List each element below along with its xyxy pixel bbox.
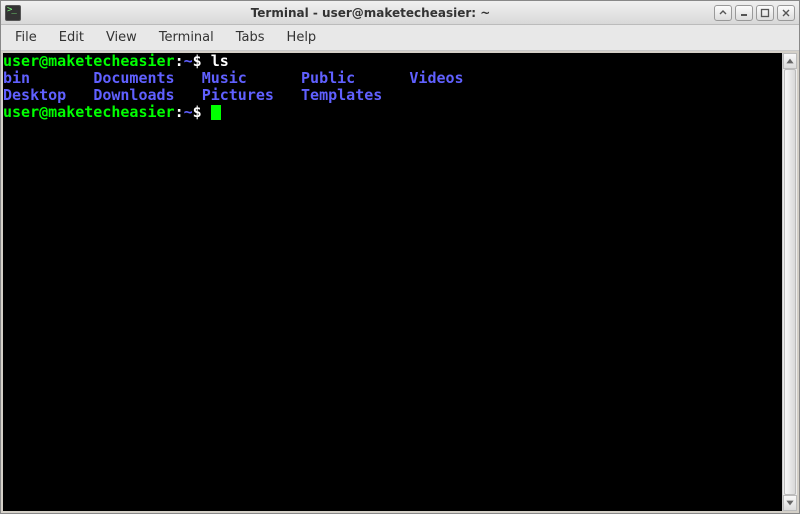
terminal-line: bin Documents Music Public Videos: [3, 70, 782, 87]
prompt-sep: :: [175, 53, 184, 70]
prompt-user: user@maketecheasier: [3, 53, 175, 70]
shade-button[interactable]: [714, 5, 732, 21]
directory-entry: Public: [301, 69, 409, 87]
directory-entry: Templates: [301, 86, 382, 104]
cursor: [211, 105, 221, 120]
terminal-line: user@maketecheasier:~$ ls: [3, 53, 782, 70]
vertical-scrollbar[interactable]: [782, 53, 797, 511]
directory-entry: Documents: [93, 69, 201, 87]
menu-terminal[interactable]: Terminal: [149, 27, 224, 48]
menu-file[interactable]: File: [5, 27, 47, 48]
menubar: FileEditViewTerminalTabsHelp: [1, 25, 799, 51]
terminal-window: Terminal - user@maketecheasier: ~ FileEd…: [0, 0, 800, 514]
terminal-line: user@maketecheasier:~$: [3, 104, 782, 121]
content-area: user@maketecheasier:~$ lsbin Documents M…: [1, 51, 799, 513]
directory-entry: Pictures: [202, 86, 301, 104]
scrollbar-track[interactable]: [783, 69, 797, 495]
scrollbar-thumb[interactable]: [784, 69, 796, 495]
directory-entry: Desktop: [3, 86, 93, 104]
scroll-down-button[interactable]: [783, 495, 797, 511]
prompt-path: ~: [184, 103, 193, 121]
menu-view[interactable]: View: [96, 27, 147, 48]
maximize-button[interactable]: [756, 5, 774, 21]
minimize-button[interactable]: [735, 5, 753, 21]
window-title: Terminal - user@maketecheasier: ~: [27, 6, 714, 20]
directory-entry: bin: [3, 69, 93, 87]
titlebar: Terminal - user@maketecheasier: ~: [1, 1, 799, 25]
directory-entry: Downloads: [93, 86, 201, 104]
prompt-path: ~: [184, 53, 193, 70]
scroll-up-button[interactable]: [783, 53, 797, 69]
directory-entry: Videos: [409, 69, 463, 87]
directory-entry: Music: [202, 69, 301, 87]
prompt-user: user@maketecheasier: [3, 103, 175, 121]
terminal-output[interactable]: user@maketecheasier:~$ lsbin Documents M…: [3, 53, 782, 511]
command-text: ls: [211, 53, 229, 70]
terminal-line: Desktop Downloads Pictures Templates: [3, 87, 782, 104]
prompt-dollar: $: [193, 103, 211, 121]
prompt-dollar: $: [193, 53, 211, 70]
menu-edit[interactable]: Edit: [49, 27, 94, 48]
menu-help[interactable]: Help: [277, 27, 327, 48]
window-controls: [714, 5, 795, 21]
terminal-app-icon: [5, 5, 21, 21]
menu-tabs[interactable]: Tabs: [226, 27, 275, 48]
close-button[interactable]: [777, 5, 795, 21]
prompt-sep: :: [175, 103, 184, 121]
